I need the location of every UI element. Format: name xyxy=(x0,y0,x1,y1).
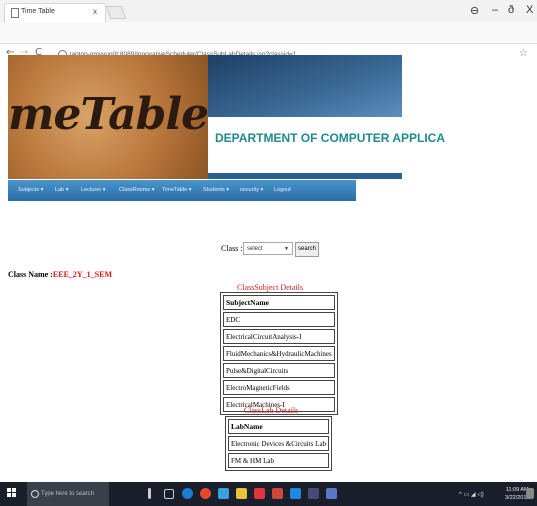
windows-taskbar: Type here to search ^ ▭ ◢ ◁) 11:09 AM 3/… xyxy=(0,482,537,506)
system-tray-icons[interactable]: ^ ▭ ◢ ◁) xyxy=(459,491,484,498)
maximize-button[interactable]: ð xyxy=(508,4,514,16)
edge-icon[interactable] xyxy=(182,488,193,499)
browser-titlebar: Time Table x ⊖ – ð X xyxy=(0,0,537,23)
new-tab-button[interactable] xyxy=(105,6,127,19)
menu-security[interactable]: security ▾ xyxy=(240,187,263,193)
skype-icon[interactable] xyxy=(290,488,301,499)
lab-header: LabName xyxy=(228,419,330,434)
lab-table-caption: ClassLab Details xyxy=(243,406,299,415)
banner-stripe xyxy=(208,173,402,179)
department-banner: DEPARTMENT OF COMPUTER APPLICA xyxy=(208,55,445,179)
app-window-icon[interactable] xyxy=(326,488,337,499)
class-name-line: Class Name :EEE_2Y_1_SEM xyxy=(8,270,112,279)
bookmark-star-icon[interactable]: ☆ xyxy=(519,48,528,59)
taskbar-search-placeholder: Type here to search xyxy=(41,491,95,497)
menu-lab[interactable]: Lab ▾ xyxy=(55,187,68,193)
chrome-icon[interactable] xyxy=(200,488,211,499)
cortana-icon xyxy=(31,490,39,498)
table-row: FM & HM Lab xyxy=(228,453,330,468)
menu-students[interactable]: Students ▾ xyxy=(203,187,229,193)
search-button[interactable]: search xyxy=(295,242,319,257)
table-row: FluidMechanics&HydraulicMachines xyxy=(223,346,335,361)
eclipse-icon[interactable] xyxy=(308,488,319,499)
minimize-button[interactable]: – xyxy=(492,4,498,16)
app-icon[interactable] xyxy=(254,488,265,499)
banner-graphic xyxy=(208,55,402,117)
menu-logout[interactable]: Logout xyxy=(274,187,291,193)
tab-title: Time Table xyxy=(21,8,55,15)
class-select[interactable]: select ▼ xyxy=(243,242,293,255)
powerpoint-icon[interactable] xyxy=(272,488,283,499)
lab-table: LabName Electronic Devices &Circuits Lab… xyxy=(225,416,333,471)
windows-start-icon[interactable] xyxy=(7,488,17,498)
chevron-down-icon: ▼ xyxy=(284,246,289,252)
profile-icon[interactable]: ⊖ xyxy=(470,4,479,17)
main-menu-bar: Subjects ▾ Lab ▾ Lecturer ▾ ClassRooms ▾… xyxy=(8,180,356,201)
address-bar-row: ← → C laptop-qmvvun0t:8089/InnovativeSch… xyxy=(0,22,537,59)
class-label: Class : xyxy=(221,244,243,253)
menu-timetable[interactable]: TimeTable ▾ xyxy=(162,187,191,193)
menu-subjects[interactable]: Subjects ▾ xyxy=(18,187,43,193)
store-icon[interactable] xyxy=(218,488,229,499)
notification-icon[interactable] xyxy=(526,488,534,499)
timetable-banner-image: meTable xyxy=(8,55,209,179)
file-explorer-icon[interactable] xyxy=(236,488,247,499)
table-row: ElectricalCircuitAnalysis-I xyxy=(223,329,335,344)
menu-classrooms[interactable]: ClassRooms ▾ xyxy=(119,187,154,193)
class-name-label: Class Name : xyxy=(8,270,53,279)
subject-table: SubjectName EDC ElectricalCircuitAnalysi… xyxy=(220,292,338,415)
menu-lecturer[interactable]: Lecturer ▾ xyxy=(81,187,105,193)
class-select-value: select xyxy=(247,246,263,252)
class-name-value: EEE_2Y_1_SEM xyxy=(52,270,113,279)
banner-logo-text: meTable xyxy=(8,89,209,140)
taskbar-search-input[interactable]: Type here to search xyxy=(27,482,109,506)
table-row: ElectroMagneticFields xyxy=(223,380,335,395)
close-window-button[interactable]: X xyxy=(526,4,533,16)
task-view-icon[interactable] xyxy=(164,489,174,499)
browser-tab[interactable]: Time Table x xyxy=(4,3,106,23)
subject-header: SubjectName xyxy=(223,295,335,310)
department-title: DEPARTMENT OF COMPUTER APPLICA xyxy=(215,131,445,145)
table-row: Pulse&DigitalCircuits xyxy=(223,363,335,378)
close-tab-icon[interactable]: x xyxy=(93,7,97,16)
microphone-icon[interactable] xyxy=(148,488,151,499)
subject-table-caption: ClassSubject Details xyxy=(237,283,303,292)
table-row: Electronic Devices &Circuits Lab xyxy=(228,436,330,451)
table-row: EDC xyxy=(223,312,335,327)
page-icon xyxy=(11,8,19,18)
